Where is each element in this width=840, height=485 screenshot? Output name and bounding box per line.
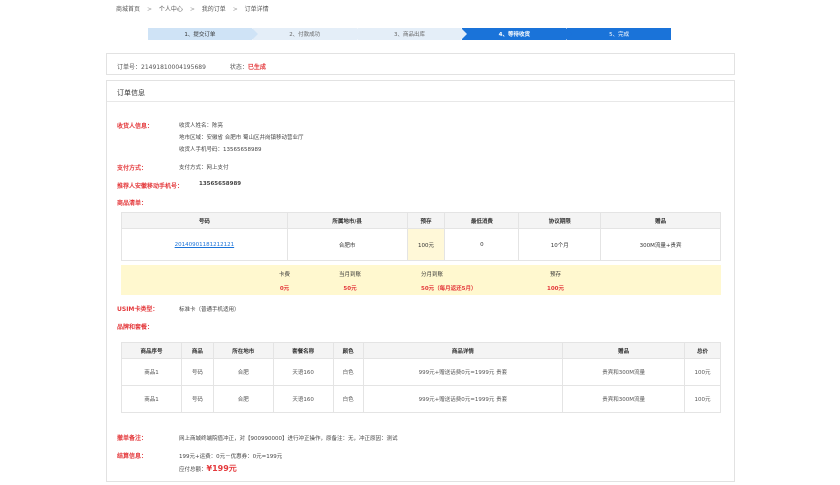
fee-current-month: 当月到账 50元 [339, 270, 361, 292]
column-header: 所属地市/县 [286, 212, 408, 229]
step-payment-success: 2、付款成功 [252, 28, 363, 40]
section-divider [107, 101, 734, 102]
table-cell: 商品1 [121, 358, 182, 386]
table-cell: 白色 [332, 385, 364, 413]
table-header-row: 号码 所属地市/县 预存 最低消费 协议期限 赠品 [121, 212, 721, 229]
column-header: 颜色 [332, 342, 364, 359]
fee-monthly: 分月到账 50元（每月返还5月） [421, 270, 476, 292]
receiver-phone: 收货人手机号码：13565658989 [179, 147, 262, 153]
breadcrumb-home[interactable]: 商城首页 [116, 6, 140, 13]
table-cell: 999元+赠送话费0元=1999元 贵套 [362, 385, 564, 413]
remark-value: 网上商城终端院值冲正，对【900990000】进行冲正操作，原备注：无，冲正原因… [179, 436, 398, 442]
table-cell: 100元 [683, 385, 722, 413]
fee-value: 50元（每月返还5月） [421, 286, 477, 292]
table-row: 商品1 号码 合肥 天语160 白色 999元+赠送话费0元=1999元 贵套 … [121, 358, 722, 386]
remark-label: 撤单备注： [117, 435, 148, 442]
step-goods-shipped: 3、商品出库 [357, 28, 468, 40]
receiver-name: 收货人姓名：陈亮 [179, 123, 224, 129]
column-header: 最低消费 [444, 212, 520, 229]
breadcrumb-user-center[interactable]: 个人中心 [159, 6, 183, 13]
receiver-area: 地市区域：安徽省 合肥市 蜀山区井岗镇移动营业厅 [179, 135, 304, 141]
fee-name: 当月到账 [339, 272, 362, 278]
table-cell: 天语160 [272, 385, 334, 413]
table-cell: 100元 [406, 228, 446, 261]
table-cell: 贵宾和300M流量 [562, 358, 685, 386]
section-title: 订单信息 [117, 89, 145, 97]
referrer-label: 推荐人安徽移动手机号： [117, 183, 184, 190]
breadcrumb-separator: > [146, 6, 152, 13]
breadcrumb: 商城首页 > 个人中心 > 我的订单 > 订单详情 [116, 4, 274, 13]
breadcrumb-separator: > [189, 6, 195, 13]
fee-value: 100元 [547, 286, 564, 292]
table-cell: 商品1 [121, 385, 182, 413]
table-cell: 号码 [180, 385, 214, 413]
settlement-formula: 199元+运费：0元－优惠券：0元=199元 [179, 454, 283, 460]
fee-name: 预存 [549, 272, 561, 278]
total-label: 应付总额： [179, 467, 207, 473]
column-header: 预存 [406, 212, 446, 229]
breadcrumb-my-orders[interactable]: 我的订单 [202, 6, 226, 13]
table-cell: 合肥市 [286, 228, 408, 261]
column-header: 商品序号 [121, 342, 182, 359]
table-cell: 合肥 [212, 385, 274, 413]
order-state-label: 状态： [229, 64, 248, 71]
column-header: 套餐名称 [272, 342, 334, 359]
settlement-total: 应付总额：¥199元 [179, 463, 237, 474]
table-cell: 0 [444, 228, 520, 261]
fee-value: 50元 [343, 286, 357, 292]
fee-summary: 卡费 0元 当月到账 50元 分月到账 50元（每月返还5月） 预存 100元 [121, 265, 721, 295]
breadcrumb-order-detail: 订单详情 [244, 6, 269, 13]
table-header-row: 商品序号 商品 所在地市 套餐名称 颜色 商品详情 赠品 总价 [121, 342, 722, 359]
goods-list-label: 商品清单： [117, 200, 148, 207]
table-cell: 10个月 [518, 228, 602, 261]
column-header: 总价 [683, 342, 722, 359]
referrer-value: 13565658989 [199, 181, 242, 187]
column-header: 协议期限 [518, 212, 602, 229]
order-state-value: 已生成 [247, 64, 266, 71]
fee-name: 分月到账 [421, 272, 444, 278]
table-row: 商品1 号码 合肥 天语160 白色 999元+赠送话费0元=1999元 贵套 … [121, 385, 722, 413]
receiver-label: 收货人信息： [117, 123, 154, 130]
phone-number-link[interactable]: 20140901181212121 [175, 242, 235, 248]
order-progress-steps: 1、提交订单 2、付款成功 3、商品出库 4、等待收货 5、完成 [148, 28, 672, 40]
usim-label: USIM卡类型： [117, 306, 159, 313]
table-cell: 100元 [683, 358, 722, 386]
column-header: 商品详情 [362, 342, 564, 359]
column-header: 赠品 [562, 342, 685, 359]
usim-value: 标准卡（普通手机适用） [179, 307, 240, 313]
payment-label: 支付方式： [117, 165, 148, 172]
table-cell: 贵宾和300M流量 [562, 385, 685, 413]
settlement-label: 结算信息： [117, 453, 148, 460]
step-complete: 5、完成 [567, 28, 671, 40]
column-header: 号码 [121, 212, 288, 229]
order-number-row: 订单号：21491810004195689 状态：已生成 [117, 62, 266, 71]
step-awaiting-receipt: 4、等待收货 [462, 28, 572, 40]
table-cell: 号码 [180, 358, 214, 386]
order-info-box: 订单信息 收货人信息： 收货人姓名：陈亮 地市区域：安徽省 合肥市 蜀山区井岗镇… [106, 80, 735, 482]
breadcrumb-separator: > [232, 6, 238, 13]
table-row: 20140901181212121 合肥市 100元 0 10个月 300M流量… [121, 228, 721, 261]
brand-label: 品牌和套餐： [117, 324, 154, 331]
column-header: 商品 [180, 342, 214, 359]
payment-value: 支付方式：网上支付 [179, 165, 229, 171]
fee-name: 卡费 [279, 272, 291, 278]
fee-card: 卡费 0元 [279, 270, 290, 292]
column-header: 赠品 [600, 212, 721, 229]
fee-value: 0元 [279, 286, 290, 292]
step-submit-order: 1、提交订单 [148, 28, 258, 40]
total-amount: ¥199元 [206, 464, 237, 473]
table-cell: 合肥 [212, 358, 274, 386]
brand-package-table: 商品序号 商品 所在地市 套餐名称 颜色 商品详情 赠品 总价 商品1 号码 合… [121, 342, 722, 413]
table-cell: 300M流量+贵宾 [600, 228, 721, 261]
fee-prestore: 预存 100元 [547, 270, 564, 292]
goods-table: 号码 所属地市/县 预存 最低消费 协议期限 赠品 20140901181212… [121, 212, 721, 261]
column-header: 所在地市 [212, 342, 274, 359]
order-summary-box: 订单号：21491810004195689 状态：已生成 [106, 53, 735, 75]
table-cell: 999元+赠送话费0元=1999元 贵套 [362, 358, 564, 386]
table-cell: 白色 [332, 358, 364, 386]
table-cell: 天语160 [272, 358, 334, 386]
order-number: 订单号：21491810004195689 [117, 64, 206, 71]
